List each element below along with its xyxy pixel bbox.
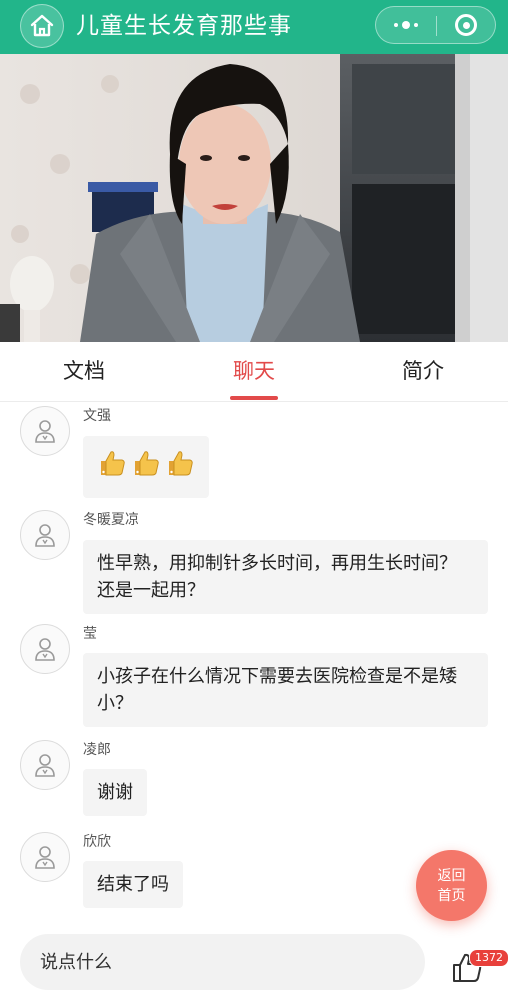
video-frame-image xyxy=(0,54,508,342)
tab-chat[interactable]: 聊天 xyxy=(204,356,304,386)
page-title: 儿童生长发育那些事 xyxy=(76,13,292,39)
top-bar: 儿童生长发育那些事 xyxy=(0,0,508,54)
thumbs-up-emoji-icon xyxy=(97,448,195,478)
active-tab-indicator xyxy=(230,396,278,400)
back-home-line1: 返回 xyxy=(437,867,466,884)
mini-program-capsule xyxy=(375,6,496,44)
message-bubble: 性早熟，用抑制针多长时间，再用生长时间？还是一起用？ xyxy=(83,540,488,614)
sender-name: 冬暖夏凉 xyxy=(83,512,139,528)
more-button[interactable] xyxy=(376,7,436,43)
message-bubble: 小孩子在什么情况下需要去医院检查是不是矮小？ xyxy=(83,653,488,727)
tab-bar: 文档 聊天 简介 xyxy=(0,342,508,402)
sender-name: 莹 xyxy=(83,626,97,642)
live-video[interactable] xyxy=(0,54,508,342)
user-avatar-icon xyxy=(35,638,55,661)
more-dots-icon xyxy=(394,21,418,29)
user-avatar-icon xyxy=(35,420,55,443)
message-bubble xyxy=(83,436,209,498)
avatar xyxy=(20,624,70,674)
message-bubble: 谢谢 xyxy=(83,769,147,816)
sender-name: 欣欣 xyxy=(83,834,111,850)
user-avatar-icon xyxy=(35,524,55,547)
comment-input-wrapper[interactable] xyxy=(20,934,425,990)
avatar xyxy=(20,510,70,560)
like-button[interactable]: 1372 xyxy=(448,944,508,984)
tab-intro[interactable]: 简介 xyxy=(373,356,473,386)
comment-input[interactable] xyxy=(40,951,400,973)
like-count-badge: 1372 xyxy=(469,949,508,967)
user-avatar-icon xyxy=(35,754,55,777)
home-button[interactable] xyxy=(20,4,64,48)
avatar xyxy=(20,406,70,456)
home-icon xyxy=(30,14,54,37)
sender-name: 凌郎 xyxy=(83,742,111,758)
chat-list[interactable]: 文强 冬暖夏凉 性早熟，用抑制针多长时间，再用生长时间？还是一起用？ 莹 小孩子… xyxy=(0,402,508,922)
avatar xyxy=(20,832,70,882)
back-home-line2: 首页 xyxy=(437,887,466,904)
close-button[interactable] xyxy=(437,7,495,43)
close-target-icon xyxy=(455,14,477,36)
user-avatar-icon xyxy=(35,846,55,869)
tab-documents[interactable]: 文档 xyxy=(34,356,134,386)
back-to-home-button[interactable]: 返回 首页 xyxy=(416,850,487,921)
avatar xyxy=(20,740,70,790)
sender-name: 文强 xyxy=(83,408,111,424)
message-bubble: 结束了吗 xyxy=(83,861,183,908)
